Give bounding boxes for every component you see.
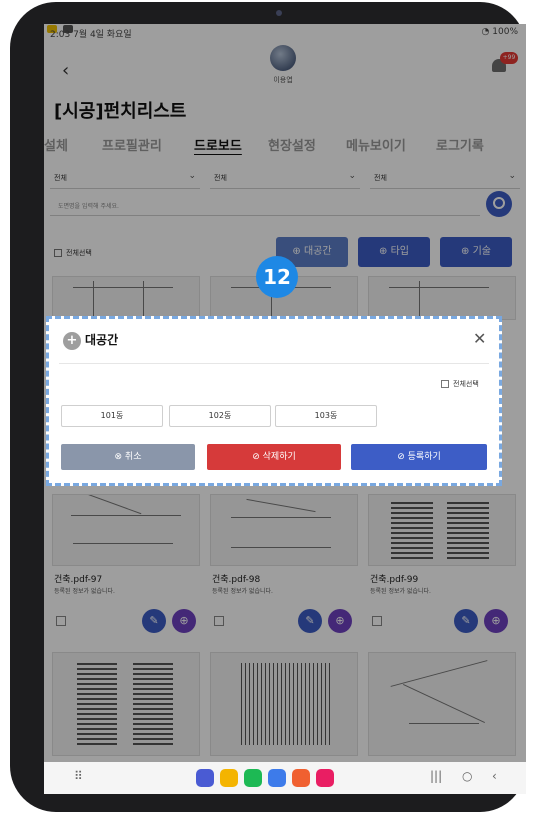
app-dock-icon[interactable] — [268, 769, 286, 787]
check-circle-icon: ⊘ — [397, 452, 408, 462]
option-103[interactable]: 103동 — [275, 405, 377, 427]
front-camera — [276, 10, 282, 16]
option-101[interactable]: 101동 — [61, 405, 163, 427]
plus-icon: + — [63, 331, 81, 350]
app-dock-icon[interactable] — [244, 769, 262, 787]
register-button[interactable]: ⊘ 등록하기 — [351, 444, 487, 470]
app-dock-icon[interactable] — [220, 769, 238, 787]
cancel-icon: ⊗ — [114, 452, 125, 462]
app-dock-icon[interactable] — [292, 769, 310, 787]
close-icon[interactable]: ✕ — [473, 329, 486, 348]
check-circle-icon: ⊘ — [252, 452, 263, 462]
app-dock-icon[interactable] — [316, 769, 334, 787]
app-dock-icon[interactable] — [196, 769, 214, 787]
step-badge: 12 — [256, 256, 298, 298]
modal-select-all[interactable]: 전체선택 — [441, 379, 479, 389]
modal-title: + 대공간 — [63, 331, 118, 350]
home-icon[interactable]: ○ — [462, 769, 472, 783]
back-nav-icon[interactable]: ‹ — [492, 769, 497, 783]
divider — [59, 363, 489, 364]
android-nav-bar: ⠿ ||| ○ ‹ — [44, 762, 526, 794]
option-102[interactable]: 102동 — [169, 405, 271, 427]
recent-apps-icon[interactable]: ||| — [430, 769, 442, 783]
apps-grid-icon[interactable]: ⠿ — [74, 769, 83, 783]
space-modal: + 대공간 ✕ 전체선택 101동 102동 103동 ⊗ 취소 ⊘ 삭제하기 ⊘… — [46, 316, 502, 486]
cancel-button[interactable]: ⊗ 취소 — [61, 444, 195, 470]
delete-button[interactable]: ⊘ 삭제하기 — [207, 444, 341, 470]
